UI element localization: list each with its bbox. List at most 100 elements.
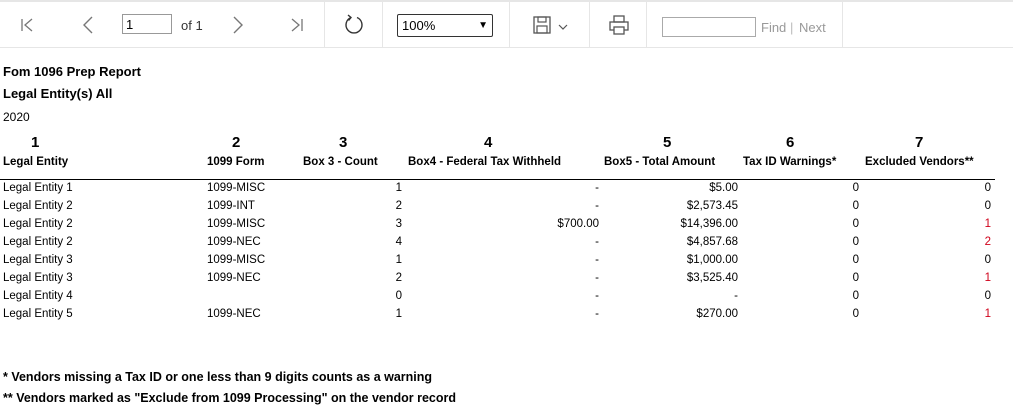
cell-box5-total: - — [734, 290, 738, 302]
zoom-value: 100% — [402, 18, 436, 33]
cell-box4-federal-tax: - — [595, 290, 599, 302]
header-divider — [0, 179, 995, 180]
cell-box4-federal-tax: - — [595, 308, 599, 320]
save-export-button[interactable] — [525, 2, 575, 48]
last-page-icon — [291, 18, 303, 32]
cell-1099-form: 1099-INT — [207, 200, 255, 212]
report-subtitle: Legal Entity(s) All — [3, 86, 113, 101]
cell-box3-count: 0 — [395, 290, 402, 302]
cell-legal-entity: Legal Entity 3 — [3, 254, 73, 266]
cell-legal-entity: Legal Entity 2 — [3, 200, 73, 212]
printer-icon — [609, 15, 629, 35]
cell-box3-count: 1 — [395, 182, 402, 194]
cell-box5-total: $4,857.68 — [686, 236, 738, 248]
cell-box5-total: $2,573.45 — [686, 200, 738, 212]
page-count-label: of 1 — [181, 18, 203, 33]
cell-1099-form: 1099-MISC — [207, 218, 266, 230]
next-page-button[interactable] — [223, 2, 253, 48]
cell-excluded-vendors: 2 — [984, 236, 991, 248]
cell-excluded-vendors: 0 — [984, 290, 991, 302]
cell-tax-id-warnings: 0 — [852, 308, 859, 320]
cell-box5-total: $270.00 — [696, 308, 738, 320]
chevron-right-icon — [233, 16, 243, 34]
column-number: 7 — [915, 134, 924, 151]
cell-box4-federal-tax: - — [595, 182, 599, 194]
find-link[interactable]: Find — [761, 20, 786, 35]
cell-box5-total: $3,525.40 — [686, 272, 738, 284]
column-header-box4-federal-tax: Box4 - Federal Tax Withheld — [408, 156, 562, 168]
cell-tax-id-warnings: 0 — [852, 182, 859, 194]
cell-box4-federal-tax: - — [595, 254, 599, 266]
page-number-input[interactable] — [122, 14, 172, 34]
cell-legal-entity: Legal Entity 4 — [3, 290, 73, 302]
refresh-button[interactable] — [338, 2, 370, 48]
cell-1099-form: 1099-MISC — [207, 182, 266, 194]
cell-1099-form: 1099-MISC — [207, 254, 266, 266]
column-number: 1 — [31, 134, 40, 151]
footnote-tax-id: * Vendors missing a Tax ID or one less t… — [3, 370, 433, 384]
print-button[interactable] — [603, 2, 635, 48]
toolbar-divider — [589, 2, 590, 48]
cell-box5-total: $5.00 — [709, 182, 738, 194]
report-toolbar: of 1 100% ▼ — [0, 0, 1013, 48]
cell-legal-entity: Legal Entity 2 — [3, 218, 73, 230]
cell-box3-count: 3 — [395, 218, 402, 230]
column-header-box3-count: Box 3 - Count — [303, 156, 378, 168]
find-separator: | — [790, 20, 794, 35]
toolbar-divider — [324, 2, 325, 48]
cell-tax-id-warnings: 0 — [852, 218, 859, 230]
chevron-down-icon: ▼ — [478, 20, 488, 31]
column-number: 3 — [339, 134, 348, 151]
cell-tax-id-warnings: 0 — [852, 200, 859, 212]
cell-box5-total: $14,396.00 — [680, 218, 738, 230]
cell-box4-federal-tax: $700.00 — [557, 218, 599, 230]
cell-legal-entity: Legal Entity 5 — [3, 308, 73, 320]
cell-box5-total: $1,000.00 — [686, 254, 738, 266]
footnote-excluded: ** Vendors marked as "Exclude from 1099 … — [3, 391, 456, 405]
next-link[interactable]: Next — [799, 20, 826, 35]
column-number: 6 — [786, 134, 795, 151]
cell-box4-federal-tax: - — [595, 272, 599, 284]
cell-tax-id-warnings: 0 — [852, 254, 859, 266]
last-page-button[interactable] — [282, 2, 312, 48]
cell-excluded-vendors: 1 — [984, 308, 991, 320]
column-number: 4 — [484, 134, 493, 151]
cell-box3-count: 2 — [395, 200, 402, 212]
toolbar-divider — [842, 2, 843, 48]
cell-legal-entity: Legal Entity 3 — [3, 272, 73, 284]
cell-excluded-vendors: 0 — [984, 182, 991, 194]
toolbar-divider — [509, 2, 510, 48]
column-header-tax-id-warnings: Tax ID Warnings* — [743, 156, 837, 168]
cell-box3-count: 2 — [395, 272, 402, 284]
cell-tax-id-warnings: 0 — [852, 236, 859, 248]
previous-page-button[interactable] — [73, 2, 103, 48]
column-header-1099-form: 1099 Form — [207, 156, 265, 168]
column-header-excluded-vendors: Excluded Vendors** — [865, 156, 974, 168]
chevron-left-icon — [83, 16, 93, 34]
cell-excluded-vendors: 0 — [984, 254, 991, 266]
first-page-button[interactable] — [12, 2, 42, 48]
find-input[interactable] — [662, 17, 756, 37]
cell-box3-count: 1 — [395, 308, 402, 320]
cell-tax-id-warnings: 0 — [852, 272, 859, 284]
cell-box3-count: 4 — [395, 236, 402, 248]
report-title: Fom 1096 Prep Report — [3, 64, 141, 79]
refresh-icon — [345, 14, 363, 34]
column-header-legal-entity: Legal Entity — [3, 156, 69, 168]
save-icon — [533, 16, 568, 34]
column-number: 2 — [232, 134, 241, 151]
cell-1099-form: 1099-NEC — [207, 236, 261, 248]
cell-box3-count: 1 — [395, 254, 402, 266]
zoom-select[interactable]: 100% ▼ — [397, 14, 493, 37]
cell-legal-entity: Legal Entity 1 — [3, 182, 73, 194]
column-number: 5 — [663, 134, 672, 151]
cell-tax-id-warnings: 0 — [852, 290, 859, 302]
report-year: 2020 — [3, 110, 30, 124]
cell-1099-form: 1099-NEC — [207, 308, 261, 320]
column-header-box5-total: Box5 - Total Amount — [604, 156, 716, 168]
cell-excluded-vendors: 1 — [984, 272, 991, 284]
cell-excluded-vendors: 0 — [984, 200, 991, 212]
cell-1099-form: 1099-NEC — [207, 272, 261, 284]
toolbar-divider — [382, 2, 383, 48]
cell-box4-federal-tax: - — [595, 236, 599, 248]
